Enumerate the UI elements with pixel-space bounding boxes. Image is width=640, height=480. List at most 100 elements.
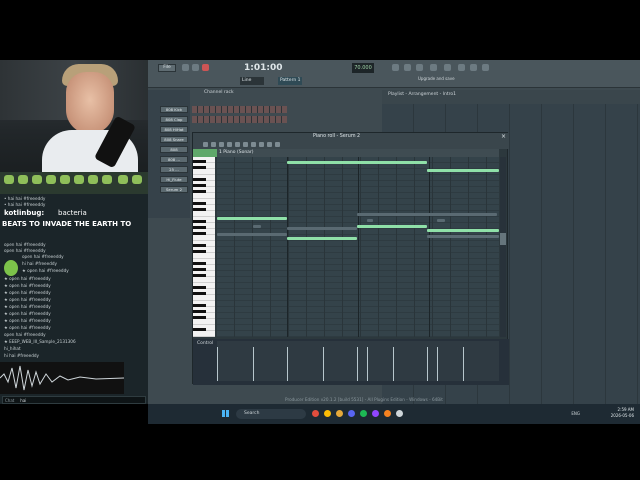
velocity-bar[interactable] [357, 347, 358, 381]
black-key[interactable] [193, 250, 206, 253]
chat-username[interactable]: kotlinbug: [4, 209, 44, 217]
fl-studio-icon[interactable] [384, 410, 391, 417]
scrollbar-thumb[interactable] [500, 233, 506, 245]
channel-button[interactable]: Hi_Flute [160, 176, 188, 183]
channel-button[interactable]: 808 ... [160, 156, 188, 163]
note[interactable] [427, 169, 499, 172]
black-key[interactable] [193, 268, 206, 271]
note[interactable] [437, 219, 445, 222]
pencil-icon[interactable] [219, 142, 224, 147]
record-icon[interactable] [202, 64, 209, 71]
black-key[interactable] [193, 232, 206, 235]
velocity-bar[interactable] [253, 347, 254, 381]
black-key[interactable] [193, 220, 206, 223]
stop-icon[interactable] [192, 64, 199, 71]
velocity-bar[interactable] [287, 347, 288, 381]
taskbar-search[interactable]: Search [236, 409, 306, 419]
velocity-bar[interactable] [393, 347, 394, 381]
playback-icon[interactable] [275, 142, 280, 147]
note[interactable] [253, 225, 261, 228]
channel-button[interactable]: 25 ... [160, 166, 188, 173]
tempo-display[interactable]: 70.000 [352, 63, 374, 73]
chrome-icon[interactable] [324, 410, 331, 417]
velocity-bar[interactable] [323, 347, 324, 381]
channel-button[interactable]: 808 HiHat [160, 126, 188, 133]
app-icon[interactable] [312, 410, 319, 417]
black-key[interactable] [193, 310, 206, 313]
slice-icon[interactable] [251, 142, 256, 147]
black-key[interactable] [193, 244, 206, 247]
windows-start-icon[interactable] [222, 410, 229, 417]
twitch-icon[interactable] [372, 410, 379, 417]
control-label[interactable]: Control [197, 341, 213, 346]
wait-icon[interactable] [404, 64, 411, 71]
black-key[interactable] [193, 184, 206, 187]
delete-icon[interactable] [235, 142, 240, 147]
step-sequencer-row[interactable] [192, 116, 287, 123]
black-key[interactable] [193, 262, 206, 265]
piano-roll-ruler[interactable]: 1 Piano (Sonar) [217, 149, 499, 157]
velocity-bar[interactable] [437, 347, 438, 381]
play-icon[interactable] [211, 142, 216, 147]
black-key[interactable] [193, 328, 206, 331]
velocity-bar[interactable] [367, 347, 368, 381]
note[interactable] [427, 229, 499, 232]
channel-button[interactable]: 808 Ambience [160, 146, 188, 153]
snap-select[interactable]: Line [240, 77, 264, 85]
magnet-icon[interactable] [203, 142, 208, 147]
app-icon[interactable] [396, 410, 403, 417]
mixer-icon[interactable] [482, 64, 489, 71]
zoom-icon[interactable] [267, 142, 272, 147]
brush-icon[interactable] [227, 142, 232, 147]
channel-button[interactable]: Serum 2 [160, 186, 188, 193]
black-key[interactable] [193, 304, 206, 307]
note[interactable] [367, 219, 373, 222]
note[interactable] [217, 217, 287, 220]
note[interactable] [217, 233, 287, 236]
chat-input[interactable]: Chat hai [2, 396, 146, 404]
vertical-scrollbar[interactable] [500, 157, 506, 337]
velocity-bar[interactable] [217, 347, 218, 381]
countdown-icon[interactable] [416, 64, 423, 71]
select-icon[interactable] [259, 142, 264, 147]
channel-button[interactable]: 808 Kick [160, 106, 188, 113]
channel-button[interactable]: 808 Clap [160, 116, 188, 123]
help-icon[interactable] [430, 64, 437, 71]
mute-icon[interactable] [243, 142, 248, 147]
note[interactable] [287, 227, 357, 230]
note[interactable] [357, 213, 497, 216]
piano-roll-icon[interactable] [470, 64, 477, 71]
black-key[interactable] [193, 286, 206, 289]
black-key[interactable] [193, 208, 206, 211]
black-key[interactable] [193, 316, 206, 319]
black-key[interactable] [193, 178, 206, 181]
step-sequencer-row[interactable] [192, 106, 287, 113]
piano-keyboard[interactable] [193, 157, 215, 337]
note[interactable] [427, 235, 499, 238]
playlist-icon[interactable] [458, 64, 465, 71]
black-key[interactable] [193, 292, 206, 295]
note[interactable] [357, 225, 427, 228]
velocity-bar[interactable] [463, 347, 464, 381]
black-key[interactable] [193, 190, 206, 193]
discord-icon[interactable] [348, 410, 355, 417]
channel-button[interactable]: 808 Snare [160, 136, 188, 143]
note-grid[interactable] [217, 157, 499, 337]
system-clock[interactable]: 2:59 AM 2026-05-06 [611, 407, 634, 419]
language-indicator[interactable]: ENG [571, 411, 580, 416]
note[interactable] [287, 237, 357, 240]
velocity-bar[interactable] [427, 347, 428, 381]
velocity-lane[interactable] [217, 341, 499, 381]
folder-icon[interactable] [336, 410, 343, 417]
note[interactable] [287, 161, 427, 164]
black-key[interactable] [193, 226, 206, 229]
close-icon[interactable]: × [501, 134, 507, 140]
black-key[interactable] [193, 202, 206, 205]
play-icon[interactable] [182, 64, 189, 71]
pattern-select[interactable]: Pattern 1 [278, 77, 302, 85]
piano-roll-titlebar[interactable]: Piano roll - Serum 2 × [193, 133, 509, 141]
black-key[interactable] [193, 274, 206, 277]
spotify-icon[interactable] [360, 410, 367, 417]
black-key[interactable] [193, 166, 206, 169]
file-menu[interactable]: File [158, 64, 176, 72]
